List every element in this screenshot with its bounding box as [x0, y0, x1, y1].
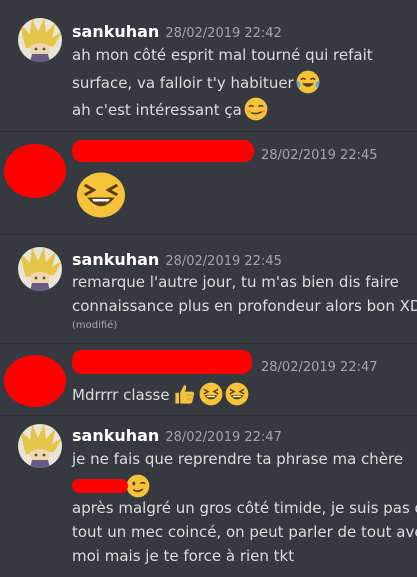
redacted-avatar: [4, 144, 66, 198]
username[interactable]: sankuhan: [72, 250, 159, 269]
grinning-squint-emoji-icon: [225, 382, 248, 406]
timestamp: 28/02/2019 22:47: [165, 430, 282, 445]
smirk-emoji-icon: [244, 97, 268, 121]
joy-emoji-icon: [296, 70, 320, 94]
message-text-line: Mdrrrr classe: [72, 382, 249, 406]
thumbs-up-emoji-icon: [174, 385, 194, 404]
redacted-username: [72, 350, 252, 374]
message-header: sankuhan 28/02/2019 22:47: [72, 426, 282, 445]
divider: [0, 234, 417, 235]
message-text: Mdrrrr classe: [72, 386, 170, 404]
message-text: ah mon côté esprit mal tourné qui refait: [72, 46, 373, 64]
timestamp: 28/02/2019 22:45: [261, 148, 378, 163]
laughing-emoji-icon: [77, 172, 125, 218]
message-text-line: ah c'est intéressant ça: [72, 97, 268, 121]
message-header: 28/02/2019 22:47: [261, 356, 378, 375]
timestamp: 28/02/2019 22:45: [165, 254, 282, 269]
user-avatar[interactable]: [18, 247, 62, 291]
message-text: moi mais je te force à rien tkt: [72, 547, 295, 565]
wink-emoji-icon: [126, 474, 150, 498]
grinning-squint-emoji-icon: [199, 382, 222, 406]
message-text: tout un mec coincé, on peut parler de to…: [72, 523, 417, 541]
message-text: je ne fais que reprendre ta phrase ma ch…: [72, 450, 404, 468]
message-text-line: surface, va falloir t'y habituer: [72, 70, 320, 94]
username[interactable]: sankuhan: [72, 22, 159, 41]
message-text: surface, va falloir t'y habituer: [72, 74, 294, 92]
message-header: sankuhan 28/02/2019 22:42: [72, 22, 282, 41]
message-text: connaissance plus en profondeur alors bo…: [72, 297, 417, 315]
divider: [0, 131, 417, 132]
divider: [0, 415, 417, 416]
redacted-username: [72, 140, 254, 162]
message-text: après malgré un gros côté timide, je sui…: [72, 499, 417, 517]
redacted-mention: [72, 479, 128, 493]
message-text: remarque l'autre jour, tu m'as bien dis …: [72, 273, 399, 291]
timestamp: 28/02/2019 22:47: [261, 360, 378, 375]
username[interactable]: sankuhan: [72, 426, 159, 445]
user-avatar[interactable]: [18, 424, 62, 468]
timestamp: 28/02/2019 22:42: [165, 26, 282, 41]
user-avatar[interactable]: [18, 18, 62, 62]
redacted-avatar: [4, 355, 66, 407]
message-text-line: [72, 474, 150, 498]
message-header: 28/02/2019 22:45: [261, 144, 378, 163]
edited-label: (modifié): [72, 320, 118, 331]
divider: [0, 343, 417, 344]
message-text: ah c'est intéressant ça: [72, 101, 242, 119]
message-header: sankuhan 28/02/2019 22:45: [72, 250, 282, 269]
